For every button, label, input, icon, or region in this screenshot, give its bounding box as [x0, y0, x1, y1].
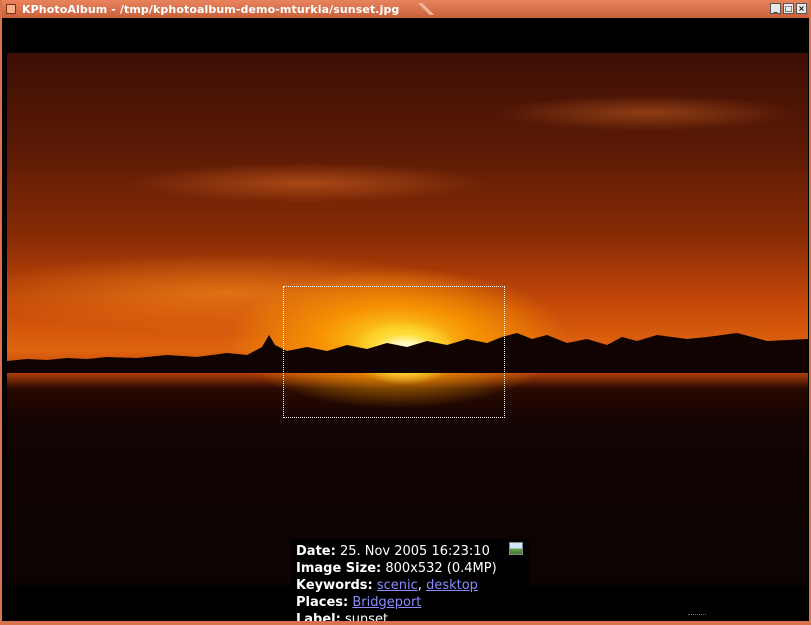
image-info-icon[interactable] — [509, 542, 523, 555]
selection-rectangle[interactable] — [283, 286, 505, 418]
app-window: KPhotoAlbum - /tmp/kphotoalbum-demo-mtur… — [0, 0, 811, 625]
places-label: Places: — [296, 595, 349, 610]
date-value: 25. Nov 2005 16:23:10 — [339, 544, 490, 559]
info-row-date: Date: 25. Nov 2005 16:23:10 — [296, 543, 529, 560]
date-label: Date: — [296, 544, 336, 559]
app-icon[interactable] — [6, 4, 16, 14]
minimize-button[interactable]: _ — [770, 3, 781, 14]
resize-grip[interactable] — [688, 614, 706, 621]
keyword-separator: , — [417, 578, 422, 593]
info-box: Date: 25. Nov 2005 16:23:10 Image Size: … — [291, 539, 529, 621]
maximize-button[interactable]: □ — [783, 3, 794, 14]
image-size-value: 800x532 (0.4MP) — [385, 561, 497, 576]
place-link-bridgeport[interactable]: Bridgeport — [352, 595, 421, 610]
keyword-link-desktop[interactable]: desktop — [426, 578, 478, 593]
window-buttons: _ □ × — [770, 3, 807, 14]
keywords-label: Keywords: — [296, 578, 373, 593]
image-size-label: Image Size: — [296, 561, 382, 576]
info-row-label: Label: sunset — [296, 611, 529, 621]
window-bottom-border — [0, 621, 811, 625]
image-viewer[interactable]: Date: 25. Nov 2005 16:23:10 Image Size: … — [5, 18, 808, 621]
info-row-places: Places: Bridgeport — [296, 594, 529, 611]
title-decoration — [411, 3, 442, 15]
title-bar[interactable]: KPhotoAlbum - /tmp/kphotoalbum-demo-mtur… — [2, 0, 809, 18]
window-title: KPhotoAlbum - /tmp/kphotoalbum-demo-mtur… — [22, 2, 400, 16]
label-value: sunset — [344, 612, 389, 621]
keyword-link-scenic[interactable]: scenic — [377, 578, 418, 593]
info-row-size: Image Size: 800x532 (0.4MP) — [296, 560, 529, 577]
info-row-keywords: Keywords: scenic, desktop — [296, 577, 529, 594]
close-button[interactable]: × — [796, 3, 807, 14]
label-label: Label: — [296, 612, 341, 621]
